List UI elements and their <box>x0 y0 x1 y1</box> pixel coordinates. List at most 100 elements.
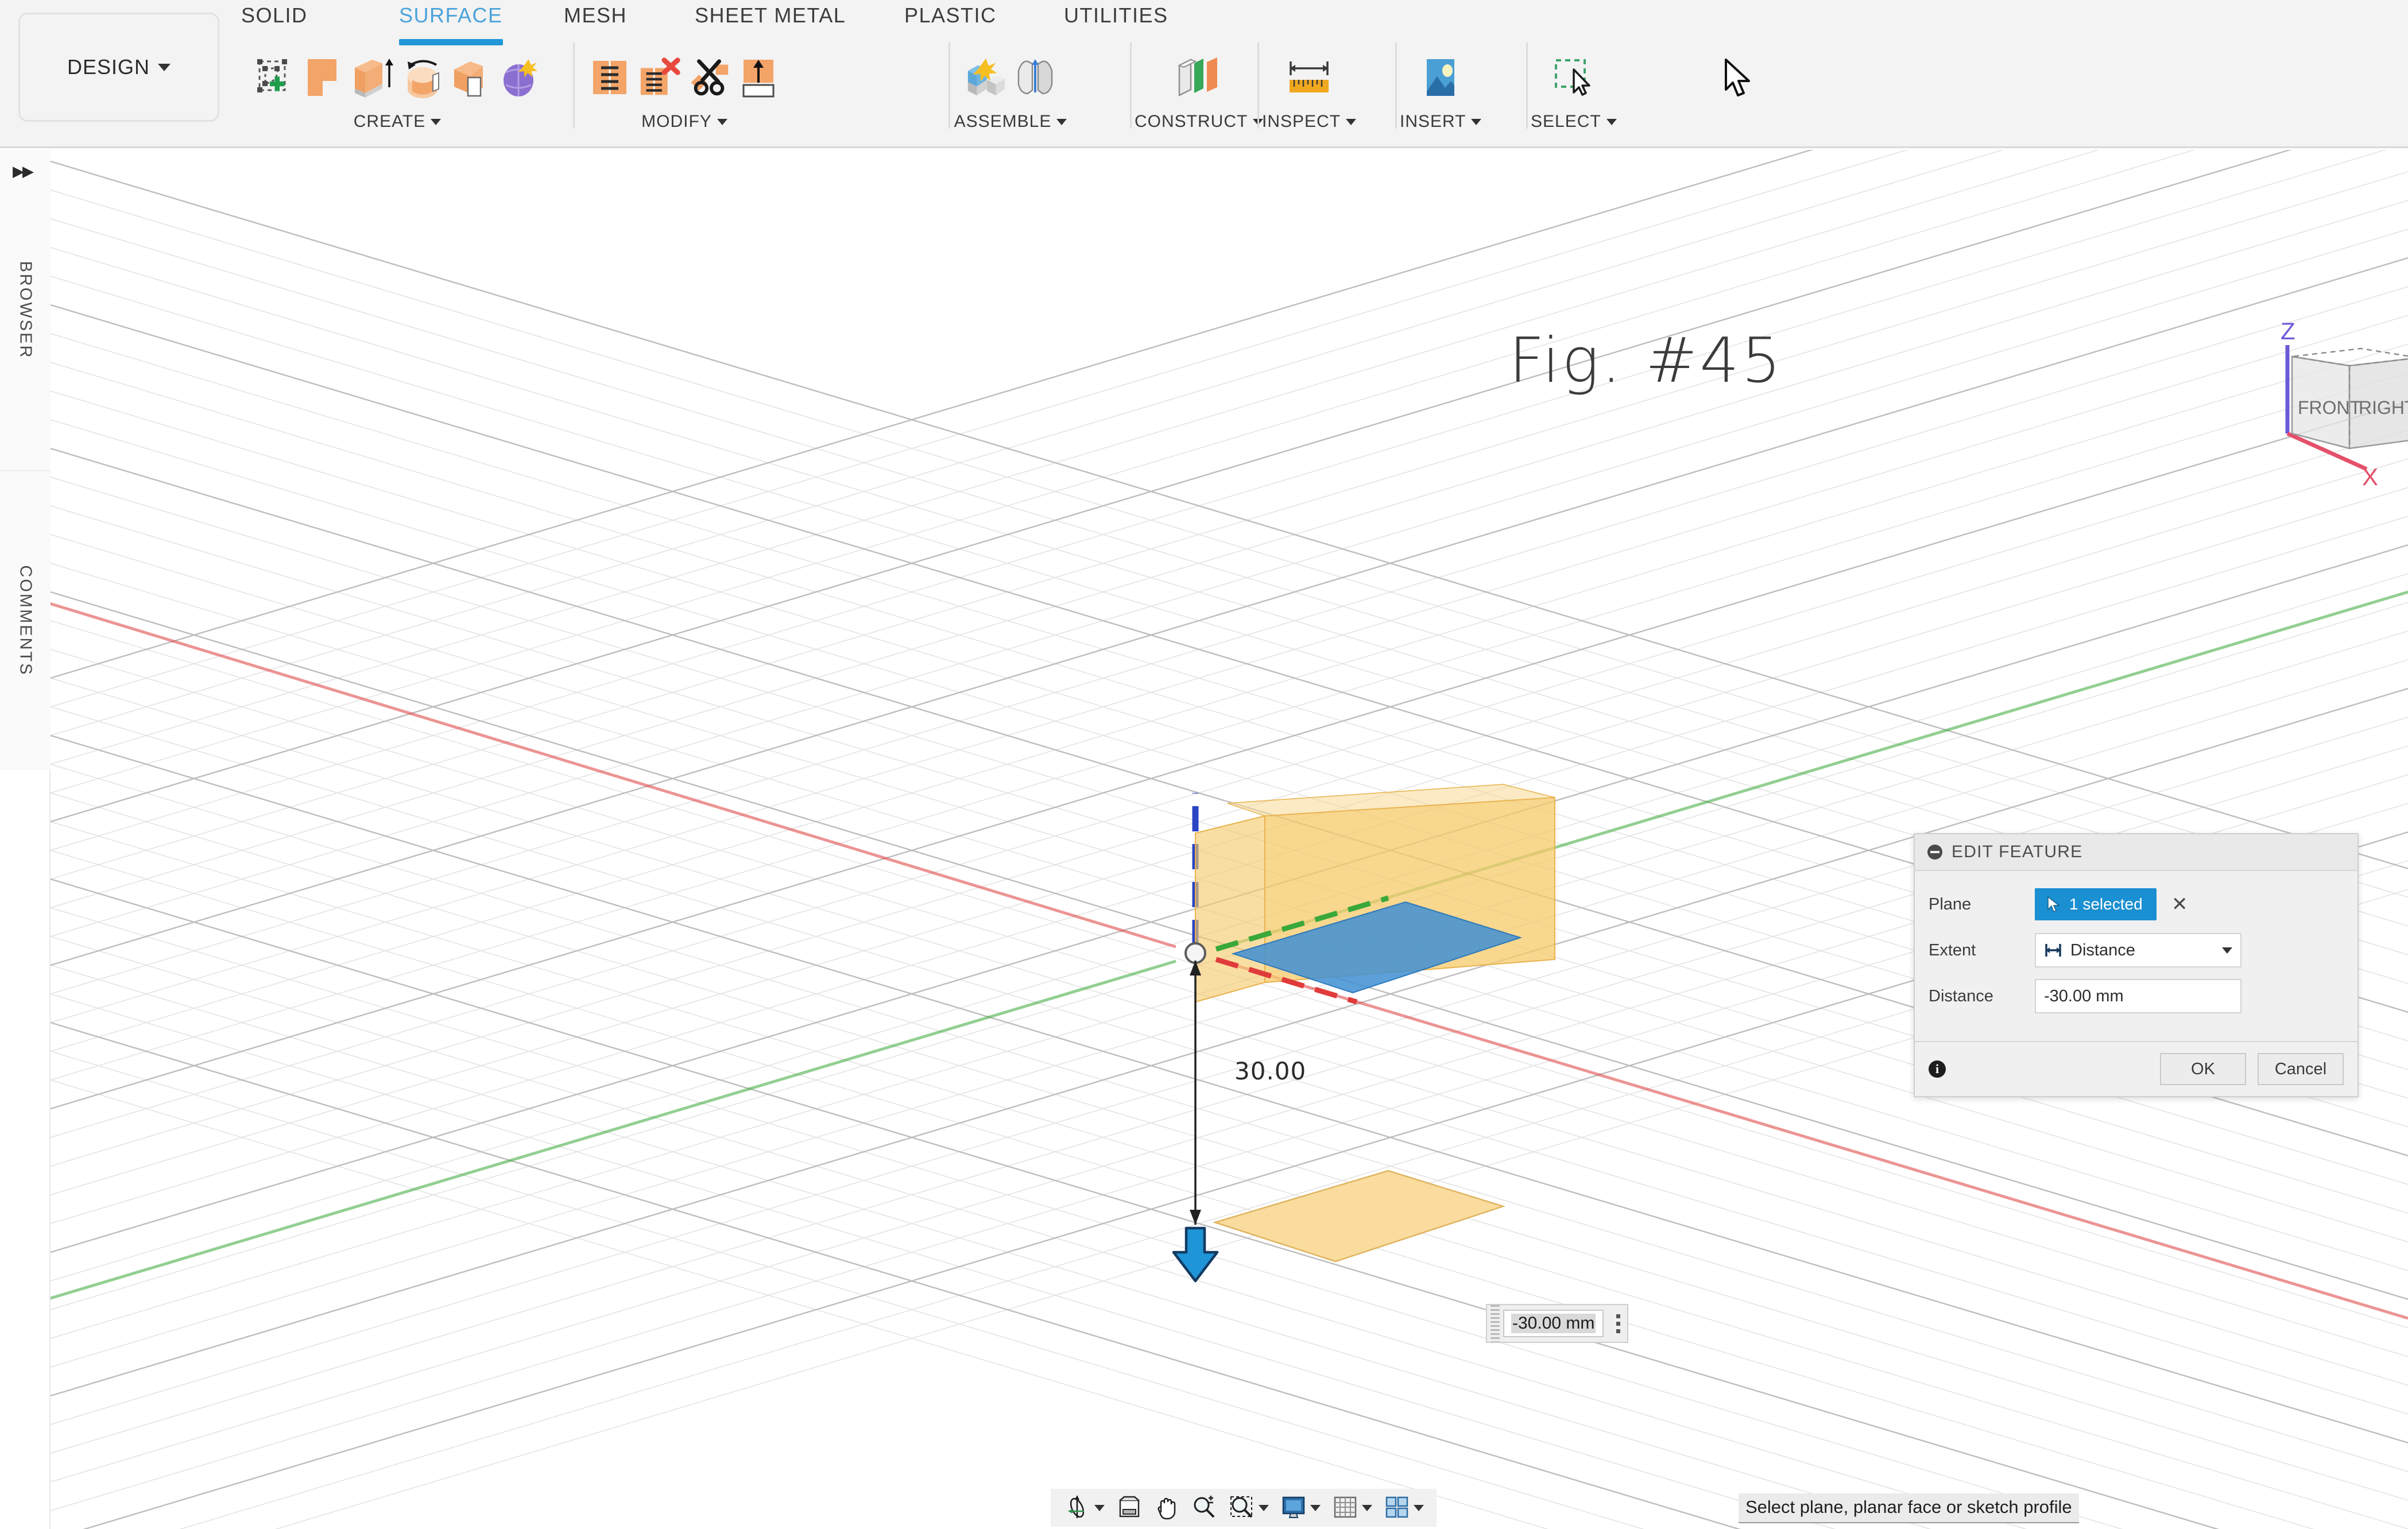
revolve-icon[interactable] <box>400 47 444 110</box>
viewcube-z-label: Z <box>2281 318 2295 344</box>
zoom-window-icon[interactable] <box>1224 1495 1273 1521</box>
ribbon-group-create: CREATE <box>241 38 553 147</box>
viewcube-right-label: RIGHT <box>2359 397 2408 418</box>
plane-selection-chip[interactable]: 1 selected <box>2035 888 2157 920</box>
dimension-input[interactable]: -30.00 mm <box>1503 1310 1604 1337</box>
distance-value: -30.00 mm <box>2044 986 2124 1005</box>
look-at-icon[interactable] <box>1112 1495 1147 1521</box>
ribbon-group-construct: CONSTRUCT <box>1135 38 1264 147</box>
browser-label: BROWSER <box>16 261 35 359</box>
mouse-cursor-icon <box>1725 59 1750 96</box>
dialog-title: EDIT FEATURE <box>1952 842 2083 861</box>
status-hint-tooltip: Select plane, planar face or sketch prof… <box>1739 1493 2079 1523</box>
new-component-icon[interactable] <box>963 47 1008 110</box>
edit-feature-dialog[interactable]: EDIT FEATURE Plane 1 selected ✕ Extent D… <box>1914 833 2359 1097</box>
viewports-icon[interactable] <box>1379 1495 1428 1521</box>
group-divider <box>1130 42 1132 129</box>
chevron-down-icon[interactable] <box>1414 1504 1424 1511</box>
tab-sheet-metal[interactable]: SHEET METAL <box>695 3 846 28</box>
ribbon-group-inspect: INSPECT <box>1262 38 1357 147</box>
extend-icon[interactable] <box>736 47 781 110</box>
ok-button[interactable]: OK <box>2160 1053 2246 1085</box>
browser-panel-tab[interactable]: ▶▶ BROWSER <box>0 150 51 471</box>
trim-icon[interactable] <box>687 47 731 110</box>
left-panel: ▶▶ BROWSER COMMENTS <box>0 150 51 1529</box>
distance-input[interactable]: -30.00 mm <box>2035 979 2241 1013</box>
pointer-icon <box>2047 896 2061 913</box>
chevron-down-icon[interactable] <box>1310 1504 1321 1511</box>
chevron-down-icon <box>1346 118 1357 125</box>
create-sketch-icon[interactable] <box>251 47 296 110</box>
patch-icon[interactable] <box>301 47 346 110</box>
group-label-construct[interactable]: CONSTRUCT <box>1135 112 1264 131</box>
tab-surface[interactable]: SURFACE <box>399 3 503 45</box>
3d-viewport[interactable]: 30.00 Fig. #45 Z X FRONT RIGHT -30.00 mm… <box>51 150 2408 1529</box>
info-icon[interactable]: i <box>1929 1060 1946 1078</box>
drag-grip-icon[interactable] <box>1491 1305 1500 1342</box>
distance-field-label: Distance <box>1929 986 1993 1005</box>
comments-panel-tab[interactable]: COMMENTS <box>0 471 51 770</box>
group-label-assemble[interactable]: ASSEMBLE <box>954 112 1067 131</box>
group-label-select[interactable]: SELECT <box>1531 112 1617 131</box>
ribbon-group-insert: INSERT <box>1400 38 1482 147</box>
extrude-icon[interactable] <box>350 47 395 110</box>
origin-point <box>1184 942 1206 964</box>
zoom-icon[interactable] <box>1186 1495 1222 1521</box>
dialog-header[interactable]: EDIT FEATURE <box>1915 834 2357 871</box>
dialog-row-distance: Distance -30.00 mm <box>1929 973 2344 1019</box>
dialog-row-plane: Plane 1 selected ✕ <box>1929 881 2344 927</box>
workspace-switcher-button[interactable]: DESIGN <box>18 13 219 122</box>
grid-snaps-icon[interactable] <box>1327 1495 1377 1521</box>
orbit-icon[interactable] <box>1059 1494 1109 1522</box>
cancel-button[interactable]: Cancel <box>2258 1053 2344 1085</box>
joint-icon[interactable] <box>1013 47 1058 110</box>
view-cube[interactable]: Z X FRONT RIGHT <box>2254 315 2408 487</box>
insert-canvas-icon[interactable] <box>1411 47 1470 110</box>
display-settings-icon[interactable] <box>1276 1495 1325 1521</box>
chevron-down-icon <box>1056 118 1067 125</box>
group-label-insert[interactable]: INSERT <box>1400 112 1482 131</box>
tab-utilities[interactable]: UTILITIES <box>1064 3 1168 28</box>
group-label-inspect[interactable]: INSPECT <box>1262 112 1357 131</box>
dimension-arrow-down <box>1190 1210 1201 1225</box>
form-icon[interactable] <box>498 47 543 110</box>
sweep-icon[interactable] <box>449 47 494 110</box>
group-label-modify[interactable]: MODIFY <box>641 112 727 131</box>
clear-selection-icon[interactable]: ✕ <box>2171 893 2188 916</box>
selection-window-icon[interactable] <box>1542 47 1605 110</box>
inline-dimension-editor[interactable]: -30.00 mm <box>1486 1304 1629 1343</box>
viewcube-x-label: X <box>2362 463 2378 487</box>
workspace-label: DESIGN <box>67 55 150 79</box>
offset-plane-icon[interactable] <box>1167 47 1230 110</box>
group-divider <box>1395 42 1397 129</box>
group-divider <box>1526 42 1528 129</box>
kebab-menu-icon[interactable] <box>1609 1314 1627 1333</box>
chevron-down-icon[interactable] <box>1362 1504 1372 1511</box>
pan-icon[interactable] <box>1149 1495 1184 1521</box>
chevron-down-icon <box>158 63 171 71</box>
chevron-down-icon[interactable] <box>1094 1504 1105 1511</box>
tab-mesh[interactable]: MESH <box>564 3 627 28</box>
collapse-icon[interactable] <box>1927 845 1942 860</box>
group-divider <box>949 42 950 129</box>
unstitch-icon[interactable] <box>637 47 682 110</box>
chevron-down-icon[interactable] <box>1259 1504 1269 1511</box>
tab-plastic[interactable]: PLASTIC <box>904 3 997 28</box>
comments-label: COMMENTS <box>16 565 35 676</box>
group-label-create[interactable]: CREATE <box>354 112 442 131</box>
figure-title: Fig. #45 <box>1509 325 1783 397</box>
origin-plane-yz <box>1195 815 1265 1003</box>
extent-dropdown[interactable]: Distance <box>2035 933 2241 967</box>
dialog-body: Plane 1 selected ✕ Extent Distance Dista… <box>1915 871 2357 1025</box>
measure-icon[interactable] <box>1277 47 1341 110</box>
tab-solid[interactable]: SOLID <box>241 3 308 28</box>
chevron-down-icon <box>431 118 442 125</box>
stitch-icon[interactable] <box>588 47 633 110</box>
chevron-down-icon <box>1606 118 1617 125</box>
double-arrow-icon[interactable]: ▶▶ <box>13 162 34 180</box>
extent-value: Distance <box>2070 940 2135 959</box>
ribbon-group-modify: MODIFY <box>578 38 791 147</box>
chevron-down-icon <box>717 118 727 125</box>
ribbon-group-assemble: ASSEMBLE <box>953 38 1068 147</box>
chevron-down-icon <box>1471 118 1482 125</box>
